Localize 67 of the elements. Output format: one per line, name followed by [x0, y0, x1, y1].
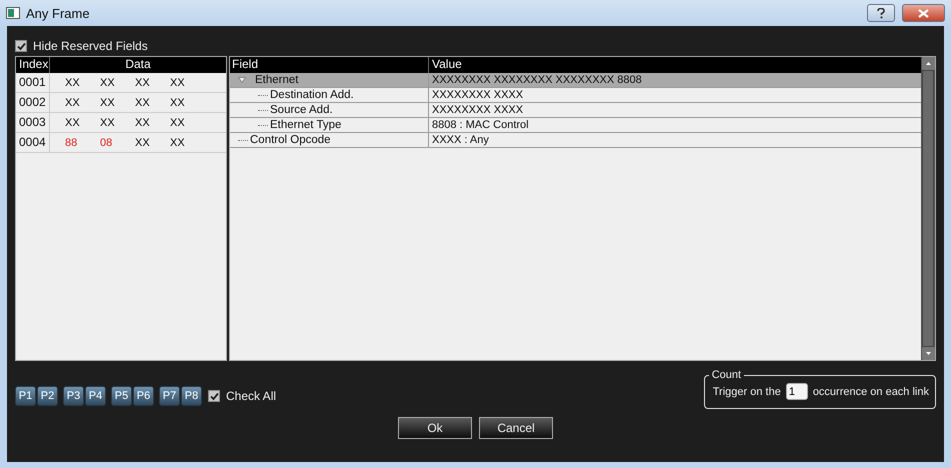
port-button[interactable]: P4 [85, 386, 106, 406]
port-button[interactable]: P7 [159, 386, 180, 406]
field-value: XXXX : Any [431, 133, 489, 147]
byte-value: XX [135, 116, 151, 128]
column-header[interactable]: Data [50, 57, 226, 73]
port-button[interactable]: P2 [37, 386, 58, 406]
byte-value: XX [100, 96, 116, 108]
byte-value: XX [100, 116, 116, 128]
byte-value: XX [170, 116, 186, 128]
byte-value: XX [135, 76, 151, 88]
trigger-label: occurrence on each link [812, 386, 929, 398]
field-name: Control Opcode [250, 133, 331, 147]
byte-value: 88 [65, 136, 78, 148]
byte-value: XX [135, 136, 151, 148]
table-cell: 0004 [16, 133, 50, 152]
field-value: XXXXXXXX XXXX [431, 88, 524, 102]
port-button[interactable]: P3 [63, 386, 84, 406]
collapse-triangle-icon[interactable] [238, 77, 246, 83]
tree-row[interactable]: Control Opcode XXXX : Any [230, 133, 921, 148]
close-button[interactable] [902, 4, 945, 22]
byte-value: 08 [100, 136, 114, 148]
field-value: XXXXXXXX XXXXXXXX XXXXXXXX 8808 [431, 73, 642, 87]
byte-value: XX [100, 76, 116, 88]
tree-row[interactable]: Ethernet XXXXXXXX XXXXXXXX XXXXXXXX 8808 [230, 73, 921, 88]
column-header[interactable]: Value [429, 57, 462, 73]
checkbox-label: Check All [226, 389, 276, 403]
field-value: 8808 : MAC Control [431, 118, 529, 132]
table-cell: 0002 [16, 93, 50, 112]
tree-row[interactable]: Destination Add. XXXXXXXX XXXX [230, 88, 921, 103]
port-button[interactable]: P6 [133, 386, 154, 406]
scroll-up-icon[interactable] [922, 57, 934, 70]
port-button[interactable]: P8 [181, 386, 202, 406]
scrollbar[interactable] [921, 57, 935, 360]
byte-value: XX [135, 96, 151, 108]
scroll-thumb[interactable] [922, 70, 934, 347]
field-value: XXXXXXXX XXXX [431, 103, 524, 117]
field-name: Source Add. [270, 103, 333, 117]
byte-value: XX [170, 96, 186, 108]
tree-row[interactable]: Ethernet Type 8808 : MAC Control [230, 118, 921, 133]
byte-value: XX [170, 76, 186, 88]
group-title: Count [710, 369, 742, 381]
table-cell: 0001 [16, 73, 50, 92]
port-button[interactable]: P1 [15, 386, 36, 406]
tree-row[interactable]: Source Add. XXXXXXXX XXXX [230, 103, 921, 118]
close-icon [918, 8, 929, 18]
help-icon [877, 8, 885, 18]
checkbox[interactable] [208, 390, 220, 402]
field-name: Ethernet Type [270, 118, 342, 132]
help-button[interactable] [867, 4, 895, 22]
dialog-button[interactable]: Ok [398, 417, 472, 439]
dialog-button[interactable]: Cancel [479, 417, 553, 439]
window-title: Any Frame [26, 6, 90, 20]
checkbox-label: Hide Reserved Fields [33, 39, 148, 53]
window-icon [6, 7, 20, 19]
column-header[interactable]: Index [16, 57, 50, 73]
byte-value: XX [65, 76, 81, 88]
count-field[interactable]: 1 [786, 383, 808, 400]
scroll-down-icon[interactable] [922, 347, 934, 360]
port-button[interactable]: P5 [111, 386, 132, 406]
table-cell: 0003 [16, 113, 50, 132]
field-name: Ethernet [255, 73, 298, 87]
checkbox[interactable] [15, 40, 27, 52]
byte-value: XX [65, 96, 81, 108]
field-name: Destination Add. [270, 88, 354, 102]
byte-value: XX [65, 116, 81, 128]
byte-value: XX [170, 136, 186, 148]
trigger-label: Trigger on the [712, 386, 781, 398]
